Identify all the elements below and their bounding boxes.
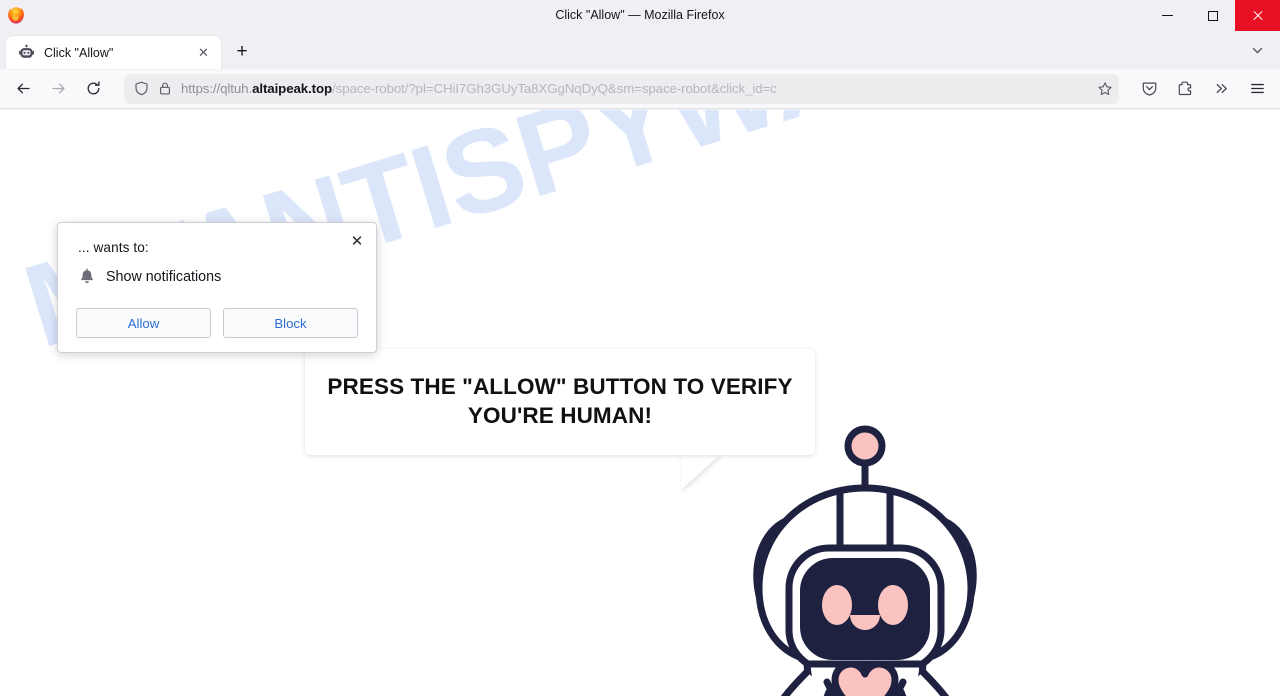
overflow-chevrons-icon[interactable] [1205,73,1237,105]
url-subdomain: qltuh. [220,81,253,96]
firefox-logo-icon [6,6,26,26]
speech-bubble-tail [681,454,721,490]
notification-permission-popup: ✕ ... wants to: Show notifications Allow… [57,222,377,353]
popup-host-label: ... wants to: [78,240,149,255]
permission-request-label: Show notifications [106,269,222,285]
address-bar[interactable]: https://qltuh.altaipeak.top/space-robot/… [124,73,1119,104]
new-tab-button[interactable]: + [227,37,257,67]
url-scheme: https:// [181,81,221,96]
allow-button[interactable]: Allow [76,308,211,338]
bell-icon [78,268,96,286]
tab-title: Click "Allow" [44,45,114,60]
speech-bubble: PRESS THE "ALLOW" BUTTON TO VERIFY YOU'R… [305,349,815,455]
permission-buttons: Allow Block [76,308,358,338]
close-tab-button[interactable]: ✕ [194,43,213,62]
back-button[interactable] [7,73,39,105]
bubble-message: PRESS THE "ALLOW" BUTTON TO VERIFY YOU'R… [327,374,793,428]
pocket-save-icon[interactable] [1133,73,1165,105]
navigation-toolbar: https://qltuh.altaipeak.top/space-robot/… [0,69,1280,109]
close-window-button[interactable] [1235,0,1280,31]
url-path: /space-robot/?pl=CHiI7Gh3GUyTa8XGgNqDyQ&… [332,81,777,96]
browser-window: Click "Allow" — Mozilla Firefox Click "A… [0,0,1280,696]
extensions-puzzle-icon[interactable] [1169,73,1201,105]
window-title: Click "Allow" — Mozilla Firefox [555,8,725,22]
shield-icon[interactable] [134,81,149,96]
tab-strip: Click "Allow" ✕ + [0,31,1280,69]
star-icon[interactable] [1097,81,1113,97]
page-content: MYANTISPYWARE.COM PRESS THE "ALLOW" BUTT… [0,110,1280,696]
maximize-button[interactable] [1190,0,1235,31]
list-all-tabs-icon[interactable] [1242,35,1272,65]
url-domain: altaipeak.top [252,81,333,96]
minimize-button[interactable] [1145,0,1190,31]
block-button[interactable]: Block [223,308,358,338]
close-popup-button[interactable]: ✕ [346,230,368,252]
robot-favicon-icon [18,44,35,61]
forward-button[interactable] [42,73,74,105]
space-robot-illustration [745,420,985,696]
browser-tab[interactable]: Click "Allow" ✕ [6,36,221,69]
toolbar-right-group [1129,73,1273,105]
title-bar: Click "Allow" — Mozilla Firefox [0,0,1280,31]
padlock-icon[interactable] [158,81,172,96]
permission-request-row: Show notifications [78,268,221,286]
window-controls [1145,0,1280,31]
reload-button[interactable] [77,73,109,105]
url-text[interactable]: https://qltuh.altaipeak.top/space-robot/… [181,81,1093,96]
hamburger-menu-icon[interactable] [1241,73,1273,105]
